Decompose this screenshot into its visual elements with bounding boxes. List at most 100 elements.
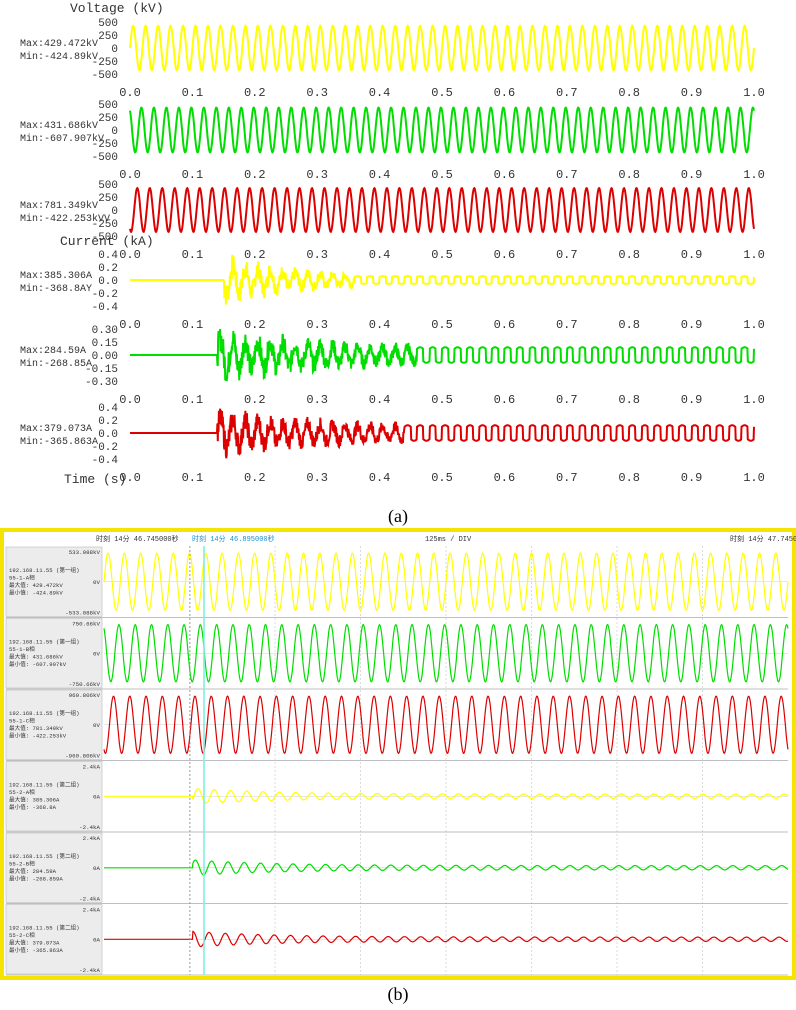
series-line: [130, 408, 755, 459]
figure-b: 时刻 14分 46.745000秒 时刻 14分 46.895000秒 125m…: [0, 528, 796, 980]
time-div-label: 125ms / DIV: [425, 536, 472, 544]
time-axis-label: Time (s): [64, 472, 126, 487]
series-line: [130, 254, 755, 305]
x-tick-label: 0.7: [556, 168, 578, 182]
y-tick-label: -0.4: [92, 302, 119, 314]
x-tick-label: 1.0: [743, 471, 765, 485]
channel-bottom-label: -533.088kV: [65, 610, 100, 617]
x-tick-label: 0.4: [369, 471, 391, 485]
x-tick-label: 1.0: [743, 168, 765, 182]
x-tick-label: 0.5: [431, 86, 453, 100]
x-tick-label: 0.7: [556, 393, 578, 407]
channel-info-text: 55-2-B相: [9, 859, 35, 867]
x-tick-label: 0.8: [618, 248, 640, 262]
min-label: Min:-365.863A: [20, 436, 98, 448]
channel-info-text: 192.168.11.55 (第二组): [9, 780, 80, 788]
channel-info-text: 55-2-C相: [9, 931, 35, 939]
y-tick-label: -500: [92, 232, 118, 244]
x-tick-label: 0.0: [119, 471, 141, 485]
channel-info-text: 最大值: 379.073A: [9, 938, 60, 946]
series-line: [130, 328, 755, 382]
max-label: Max:781.349kV: [20, 200, 98, 212]
x-tick-label: 0.0: [119, 318, 141, 332]
channel-bottom-label: -960.806kV: [65, 753, 100, 760]
x-tick-label: 1.0: [743, 86, 765, 100]
x-tick-label: 0.5: [431, 168, 453, 182]
x-tick-label: 0.7: [556, 318, 578, 332]
y-tick-label: -0.30: [85, 377, 118, 389]
x-tick-label: 1.0: [743, 248, 765, 262]
x-tick-label: 0.0: [119, 86, 141, 100]
x-tick-label: 0.2: [244, 318, 266, 332]
x-tick-label: 0.4: [369, 393, 391, 407]
x-tick-label: 0.6: [494, 168, 516, 182]
x-tick-label: 0.6: [494, 248, 516, 262]
x-tick-label: 0.7: [556, 471, 578, 485]
channel-info-text: 最小值: -368.8A: [9, 803, 57, 811]
x-tick-label: 0.0: [119, 393, 141, 407]
max-label: Max:284.59A: [20, 346, 86, 357]
channel-zero-label: 0A: [93, 865, 100, 872]
y-tick-label: 0.2: [98, 416, 118, 428]
channel-info-text: 192.168.11.55 (第二组): [9, 852, 80, 860]
y-tick-label: 500: [98, 180, 118, 192]
channel-zero-label: 0A: [93, 793, 100, 800]
x-tick-label: 0.4: [369, 86, 391, 100]
channel-info-text: 最大值: 429.472kV: [9, 581, 63, 589]
x-tick-label: 0.9: [681, 393, 703, 407]
x-tick-label: 1.0: [743, 393, 765, 407]
y-tick-label: 0: [111, 126, 118, 138]
y-tick-label: 0.0: [98, 429, 118, 441]
channel-info-text: 最小值: -424.89kV: [9, 588, 63, 596]
min-label: Min:-268.85A: [20, 358, 92, 370]
channel-bottom-label: -2.4kA: [79, 967, 100, 974]
max-label: Max:379.073A: [20, 424, 92, 435]
y-tick-label: -0.4: [92, 455, 119, 467]
channel-info-text: 192.168.11.55 (第一组): [9, 637, 80, 645]
x-tick-label: 0.0: [119, 248, 141, 262]
x-tick-label: 0.2: [244, 86, 266, 100]
channel-top-label: 750.66kV: [72, 621, 100, 628]
x-tick-label: 0.3: [306, 248, 328, 262]
x-tick-label: 0.9: [681, 318, 703, 332]
x-tick-label: 0.7: [556, 248, 578, 262]
x-tick-label: 0.1: [182, 393, 204, 407]
channel-info-text: 55-1-B相: [9, 645, 35, 653]
y-tick-label: 250: [98, 193, 118, 205]
x-tick-label: 0.8: [618, 318, 640, 332]
x-tick-label: 0.2: [244, 168, 266, 182]
x-tick-label: 0.9: [681, 471, 703, 485]
x-tick-label: 0.0: [119, 168, 141, 182]
x-tick-label: 0.1: [182, 471, 204, 485]
x-tick-label: 0.2: [244, 393, 266, 407]
channel-top-label: 960.806kV: [69, 692, 101, 699]
x-tick-label: 0.1: [182, 168, 204, 182]
channel-top-label: 2.4kA: [83, 907, 101, 914]
x-tick-label: 1.0: [743, 318, 765, 332]
x-tick-label: 0.8: [618, 393, 640, 407]
x-tick-label: 0.1: [182, 86, 204, 100]
max-label: Max:385.306A: [20, 271, 92, 282]
channel-info-text: 最大值: 385.306A: [9, 795, 60, 803]
y-tick-label: 0: [111, 206, 118, 218]
channel-bottom-label: -2.4kA: [79, 824, 100, 831]
x-tick-label: 0.3: [306, 86, 328, 100]
y-tick-label: -500: [92, 70, 118, 82]
min-label: Min:-422.253kVV: [20, 213, 110, 225]
figure-a: Voltage (kV) Current (kA) Time (s) 50025…: [20, 1, 765, 487]
channel-info-text: 最大值: 431.686kV: [9, 652, 63, 660]
cursor-right-label: 时刻 14分 47.745000秒: [730, 534, 796, 544]
channel-zero-label: 0V: [93, 579, 100, 586]
channel-bottom-label: -750.66kV: [69, 681, 101, 688]
channel-info-text: 55-1-A相: [9, 573, 35, 581]
cursor-mid-label: 时刻 14分 46.895000秒: [192, 534, 275, 544]
x-tick-label: 0.3: [306, 393, 328, 407]
x-tick-label: 0.6: [494, 318, 516, 332]
channel-info-text: 55-2-A相: [9, 788, 35, 796]
channel-info-text: 最小值: -365.863A: [9, 946, 63, 954]
channel-info-text: 最大值: 781.349kV: [9, 724, 63, 732]
y-tick-label: 0: [111, 44, 118, 56]
y-tick-label: 250: [98, 31, 118, 43]
min-label: Min:-607.907kV: [20, 133, 104, 145]
x-tick-label: 0.2: [244, 248, 266, 262]
